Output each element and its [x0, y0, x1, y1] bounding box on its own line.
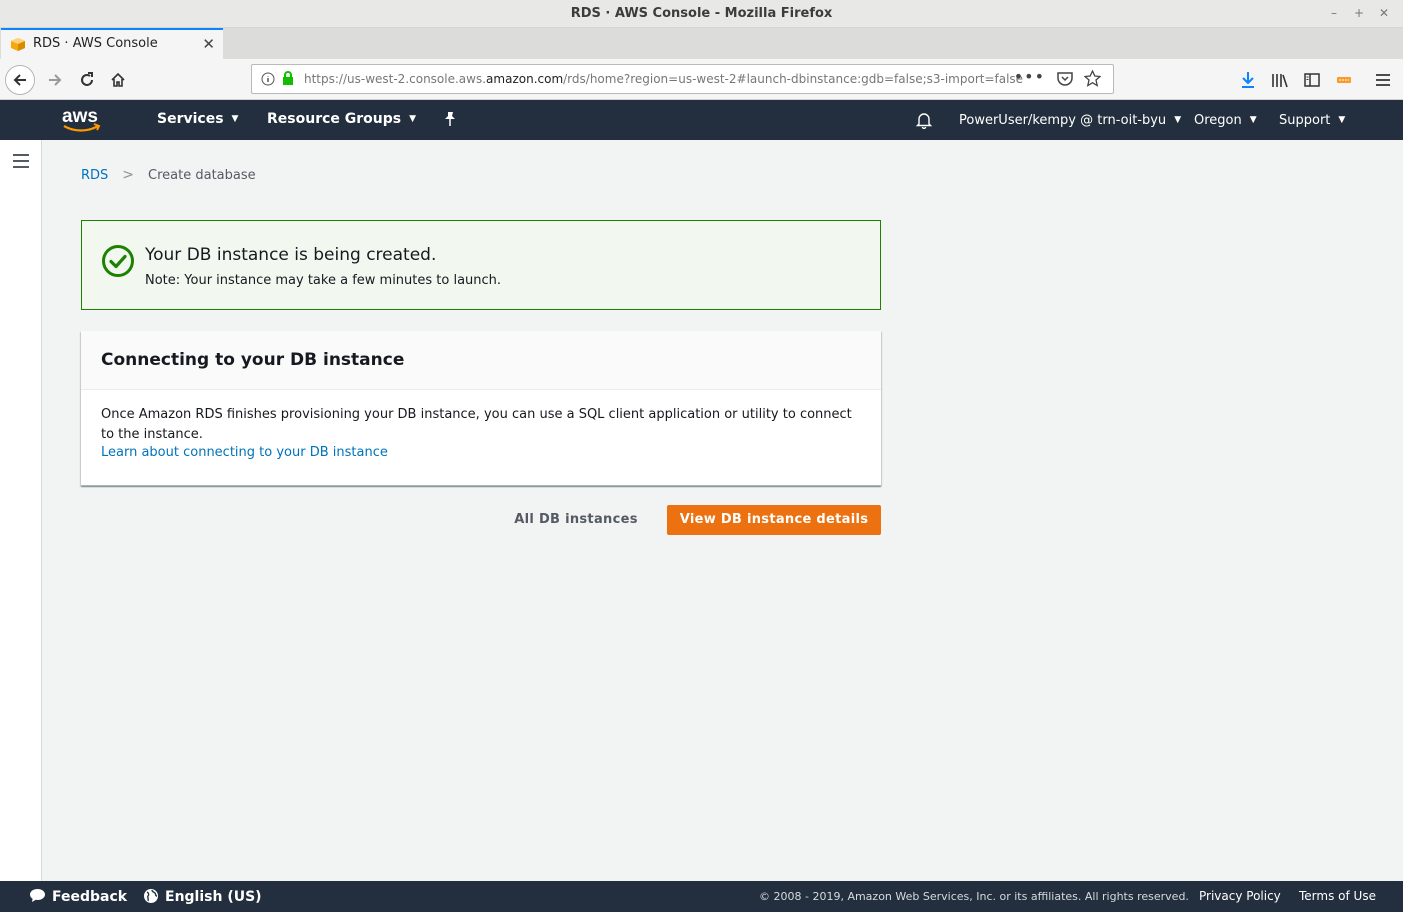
- nav-toolbar: https://us-west-2.console.aws.amazon.com…: [0, 59, 1403, 100]
- card-header: Connecting to your DB instance: [81, 331, 881, 390]
- card-title: Connecting to your DB instance: [101, 350, 405, 370]
- forward-arrow-icon: [49, 74, 62, 86]
- chevron-down-icon: ▼: [1174, 115, 1182, 125]
- hamburger-menu-icon[interactable]: [13, 154, 29, 168]
- menu-icon[interactable]: [1373, 70, 1393, 90]
- resource-groups-menu[interactable]: Resource Groups ▼: [267, 111, 416, 127]
- speech-bubble-icon: [30, 889, 45, 902]
- browser-tab[interactable]: RDS · AWS Console ✕: [1, 28, 223, 59]
- page-actions-icon[interactable]: •••: [1014, 67, 1045, 86]
- card-body-text: Once Amazon RDS finishes provisioning yo…: [101, 407, 852, 442]
- success-check-icon: [102, 245, 134, 277]
- globe-icon: [144, 889, 158, 903]
- back-arrow-icon: [13, 74, 26, 86]
- notifications-bell-icon[interactable]: [915, 111, 933, 133]
- console-footer: Feedback English (US) © 2008 - 2019, Ama…: [0, 881, 1403, 912]
- alert-note: Note: Your instance may take a few minut…: [145, 273, 502, 288]
- breadcrumb: RDS > Create database: [81, 167, 256, 183]
- forward-button[interactable]: [40, 65, 70, 95]
- aws-cube-favicon-icon: [11, 38, 25, 51]
- copyright-text: © 2008 - 2019, Amazon Web Services, Inc.…: [759, 890, 1189, 903]
- all-db-instances-button[interactable]: All DB instances: [505, 505, 647, 535]
- breadcrumb-current: Create database: [148, 168, 256, 183]
- pin-icon[interactable]: [443, 111, 457, 131]
- reload-icon: [81, 72, 93, 86]
- minimize-icon[interactable]: –: [1325, 4, 1343, 22]
- tab-title: RDS · AWS Console: [33, 36, 158, 51]
- account-menu[interactable]: PowerUser/kempy @ trn-oit-byu ▼: [959, 113, 1181, 128]
- pocket-icon[interactable]: [1057, 71, 1073, 86]
- back-button[interactable]: [5, 65, 35, 95]
- chevron-down-icon: ▼: [409, 114, 417, 124]
- region-menu[interactable]: Oregon ▼: [1194, 113, 1257, 128]
- alert-title: Your DB instance is being created.: [145, 245, 437, 265]
- terms-of-use-link[interactable]: Terms of Use: [1299, 889, 1376, 903]
- home-icon: [111, 72, 125, 87]
- close-window-icon[interactable]: ✕: [1375, 4, 1393, 22]
- aws-logo-icon[interactable]: aws: [60, 105, 104, 135]
- breadcrumb-rds-link[interactable]: RDS: [81, 168, 108, 183]
- connection-info-card: Connecting to your DB instance Once Amaz…: [81, 331, 881, 486]
- learn-connecting-link[interactable]: Learn about connecting to your DB instan…: [101, 445, 388, 460]
- reload-button[interactable]: [72, 65, 102, 95]
- close-tab-icon[interactable]: ✕: [202, 35, 215, 53]
- tab-strip: RDS · AWS Console ✕ +: [0, 28, 1403, 79]
- language-selector[interactable]: English (US): [143, 888, 262, 905]
- view-db-instance-details-button[interactable]: View DB instance details: [667, 505, 881, 535]
- success-alert: Your DB instance is being created. Note:…: [81, 220, 881, 310]
- url-bar[interactable]: https://us-west-2.console.aws.amazon.com…: [251, 64, 1114, 94]
- chevron-right-icon: >: [122, 167, 135, 183]
- chevron-down-icon: ▼: [1338, 115, 1346, 125]
- maximize-icon[interactable]: +: [1350, 4, 1368, 22]
- lock-icon[interactable]: [282, 71, 294, 86]
- svg-text:aws: aws: [62, 106, 98, 127]
- services-menu[interactable]: Services ▼: [157, 111, 238, 127]
- info-icon[interactable]: [261, 72, 275, 86]
- screenshot-extension-icon[interactable]: [1334, 70, 1354, 90]
- feedback-button[interactable]: Feedback: [29, 888, 127, 905]
- downloads-icon[interactable]: [1238, 70, 1258, 90]
- chevron-down-icon: ▼: [1249, 115, 1257, 125]
- bookmark-star-icon[interactable]: [1084, 70, 1101, 87]
- support-menu[interactable]: Support ▼: [1279, 113, 1345, 128]
- privacy-policy-link[interactable]: Privacy Policy: [1199, 889, 1281, 903]
- sidebar-icon[interactable]: [1302, 70, 1322, 90]
- window-titlebar: RDS · AWS Console - Mozilla Firefox – + …: [0, 0, 1403, 28]
- library-icon[interactable]: [1270, 70, 1290, 90]
- aws-top-nav: aws Services ▼ Resource Groups ▼ PowerUser…: [0, 100, 1403, 140]
- side-rail: [0, 140, 42, 881]
- window-title: RDS · AWS Console - Mozilla Firefox: [570, 6, 833, 21]
- chevron-down-icon: ▼: [231, 114, 239, 124]
- home-button[interactable]: [103, 65, 133, 95]
- url-text: https://us-west-2.console.aws.amazon.com…: [304, 72, 1024, 86]
